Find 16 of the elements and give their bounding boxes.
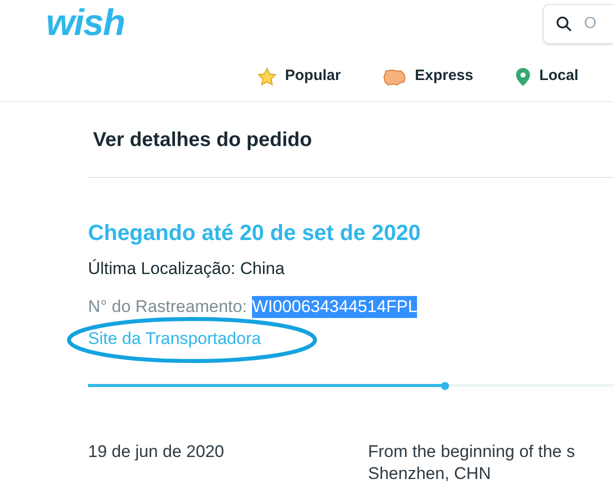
nav-link[interactable]: Express [382,65,474,88]
page-title: Ver detalhes do pedido [93,128,312,152]
blob-icon [382,68,407,86]
event-date: 19 de jun de 2020 [88,441,226,463]
arrival-heading: Chegando até 20 de set de 2020 [88,219,422,247]
tracking-number: WI000634344514FPL [252,296,418,318]
event-location: Shenzhen, CHN [368,463,492,485]
tracking-label: N° do Rastreamento: [88,296,247,318]
star-icon [257,66,277,86]
last-location: Última Localização: China [88,258,286,280]
search-field[interactable]: O [543,4,613,44]
event-description: From the beginning of the s [368,441,575,463]
pin-icon [515,66,532,86]
nav-link[interactable]: Popular [257,65,341,88]
nav-link[interactable]: Local [515,65,578,88]
search-icon [556,16,572,32]
